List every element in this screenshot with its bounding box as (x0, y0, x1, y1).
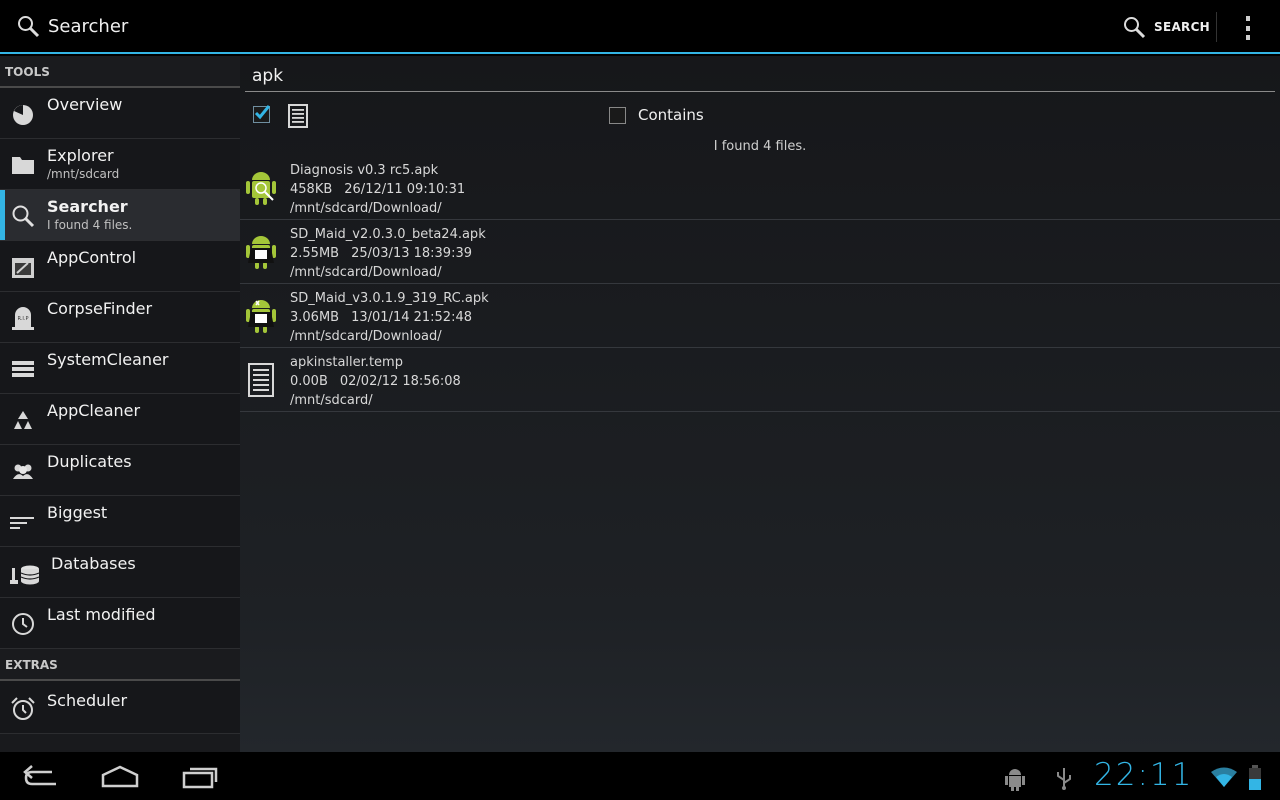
action-bar: Searcher SEARCH (0, 0, 1280, 54)
results-summary: I found 4 files. (713, 139, 807, 154)
android-maid-icon (246, 236, 276, 269)
file-name: Diagnosis v0.3 rc5.apk (290, 163, 439, 178)
sidebar-item-sublabel: I found 4 files. (47, 218, 133, 232)
search-icon (12, 205, 35, 228)
check-icon (254, 105, 270, 120)
sidebar-item-label: AppControl (47, 248, 137, 267)
sidebar-item-biggest[interactable]: Biggest (0, 496, 240, 547)
file-size: 0.00B (290, 374, 328, 389)
sidebar: TOOLS Overview Explorer /mnt/sdcard Sear… (0, 56, 240, 752)
wifi-icon (1211, 767, 1237, 787)
app-title: Searcher (48, 15, 129, 37)
file-path: /mnt/sdcard/Download/ (290, 201, 442, 216)
system-navigation-bar: 22:11 (0, 752, 1280, 800)
sidebar-item-label: Overview (47, 95, 123, 114)
status-clock: 22:11 (1094, 757, 1194, 793)
sidebar-item-label: SystemCleaner (47, 350, 169, 369)
file-name: SD_Maid_v2.0.3.0_beta24.apk (290, 227, 486, 242)
file-name: apkinstaller.temp (290, 355, 403, 370)
alarm-icon (11, 697, 35, 720)
app-box-icon (12, 258, 34, 278)
sidebar-item-scheduler[interactable]: Scheduler (0, 681, 240, 734)
file-type-filter-icon[interactable] (288, 104, 308, 128)
sidebar-item-label: Databases (51, 554, 136, 573)
back-icon[interactable] (22, 762, 60, 792)
server-icon (12, 361, 34, 377)
sidebar-item-appcleaner[interactable]: AppCleaner (0, 394, 240, 445)
sidebar-item-label: Scheduler (47, 691, 128, 710)
recycle-icon (14, 411, 32, 429)
select-all-checkbox[interactable] (253, 105, 270, 123)
file-size: 458KB (290, 182, 333, 197)
file-path: /mnt/sdcard/Download/ (290, 329, 442, 344)
android-debug-icon (1005, 769, 1025, 791)
recent-apps-icon[interactable] (182, 762, 220, 792)
sidebar-item-label: Searcher (47, 197, 128, 216)
sidebar-item-label: Explorer (47, 146, 114, 165)
android-maid-icon (246, 300, 276, 333)
file-size: 3.06MB (290, 310, 340, 325)
sidebar-item-label: Biggest (47, 503, 108, 522)
list-item[interactable]: apkinstaller.temp 0.00B 02/02/12 18:56:08… (240, 348, 1280, 412)
sidebar-item-explorer[interactable]: Explorer /mnt/sdcard (0, 139, 240, 190)
sidebar-item-databases[interactable]: Databases (0, 547, 240, 598)
document-icon (248, 363, 274, 397)
file-date: 25/03/13 18:39:39 (351, 246, 472, 261)
file-date: 02/02/12 18:56:08 (339, 374, 461, 389)
search-action-button[interactable]: SEARCH (1122, 10, 1210, 44)
file-path: /mnt/sdcard/Download/ (290, 265, 442, 280)
results-list: Diagnosis v0.3 rc5.apk 458KB 26/12/11 09:… (240, 156, 1280, 412)
sidebar-item-systemcleaner[interactable]: SystemCleaner (0, 343, 240, 394)
overflow-menu-icon[interactable] (1238, 14, 1258, 42)
sidebar-item-label: CorpseFinder (47, 299, 153, 318)
usb-icon (1057, 768, 1071, 790)
main-panel: apk Contains I found 4 files. Diagnosis … (240, 56, 1280, 752)
contains-label: Contains (638, 106, 704, 124)
file-size: 2.55MB (290, 246, 340, 261)
sidebar-item-appcontrol[interactable]: AppControl (0, 241, 240, 292)
sidebar-item-sublabel: /mnt/sdcard (47, 167, 120, 181)
search-icon (1124, 17, 1146, 39)
pie-chart-icon (13, 105, 33, 125)
sidebar-item-last-modified[interactable]: Last modified (0, 598, 240, 649)
sidebar-item-label: AppCleaner (47, 401, 141, 420)
list-item[interactable]: SD_Maid_v2.0.3.0_beta24.apk 2.55MB 25/03/… (240, 220, 1280, 284)
file-name: SD_Maid_v3.0.1.9_319_RC.apk (290, 291, 489, 306)
sort-bars-icon (10, 517, 34, 529)
folder-icon (12, 157, 34, 174)
filter-row: Contains (240, 100, 1280, 130)
file-path: /mnt/sdcard/ (290, 393, 373, 408)
search-icon (18, 16, 40, 38)
sidebar-item-corpsefinder[interactable]: R.I.P CorpseFinder (0, 292, 240, 343)
sidebar-item-label: Duplicates (47, 452, 132, 471)
tombstone-icon: R.I.P (12, 307, 34, 330)
file-date: 13/01/14 21:52:48 (351, 310, 472, 325)
contains-checkbox[interactable] (609, 107, 626, 124)
people-icon (13, 464, 33, 479)
home-icon[interactable] (100, 762, 140, 792)
search-action-label: SEARCH (1154, 20, 1211, 34)
search-input[interactable]: apk (245, 62, 1275, 92)
tools-section-header: TOOLS (0, 56, 240, 88)
app-title-area[interactable]: Searcher (16, 14, 128, 38)
sidebar-item-label: Last modified (47, 605, 156, 624)
android-diagnosis-icon (246, 172, 276, 205)
database-icon (10, 565, 40, 585)
svg-text:R.I.P: R.I.P (18, 316, 29, 322)
list-item[interactable]: SD_Maid_v3.0.1.9_319_RC.apk 3.06MB 13/01/… (240, 284, 1280, 348)
sidebar-item-searcher[interactable]: Searcher I found 4 files. (0, 190, 240, 241)
clock-icon (12, 613, 34, 635)
battery-icon (1249, 765, 1261, 790)
extras-section-header: EXTRAS (0, 649, 240, 681)
sidebar-item-duplicates[interactable]: Duplicates (0, 445, 240, 496)
list-item[interactable]: Diagnosis v0.3 rc5.apk 458KB 26/12/11 09:… (240, 156, 1280, 220)
action-divider (1216, 12, 1217, 42)
sidebar-item-overview[interactable]: Overview (0, 88, 240, 139)
file-date: 26/12/11 09:10:31 (344, 182, 466, 197)
